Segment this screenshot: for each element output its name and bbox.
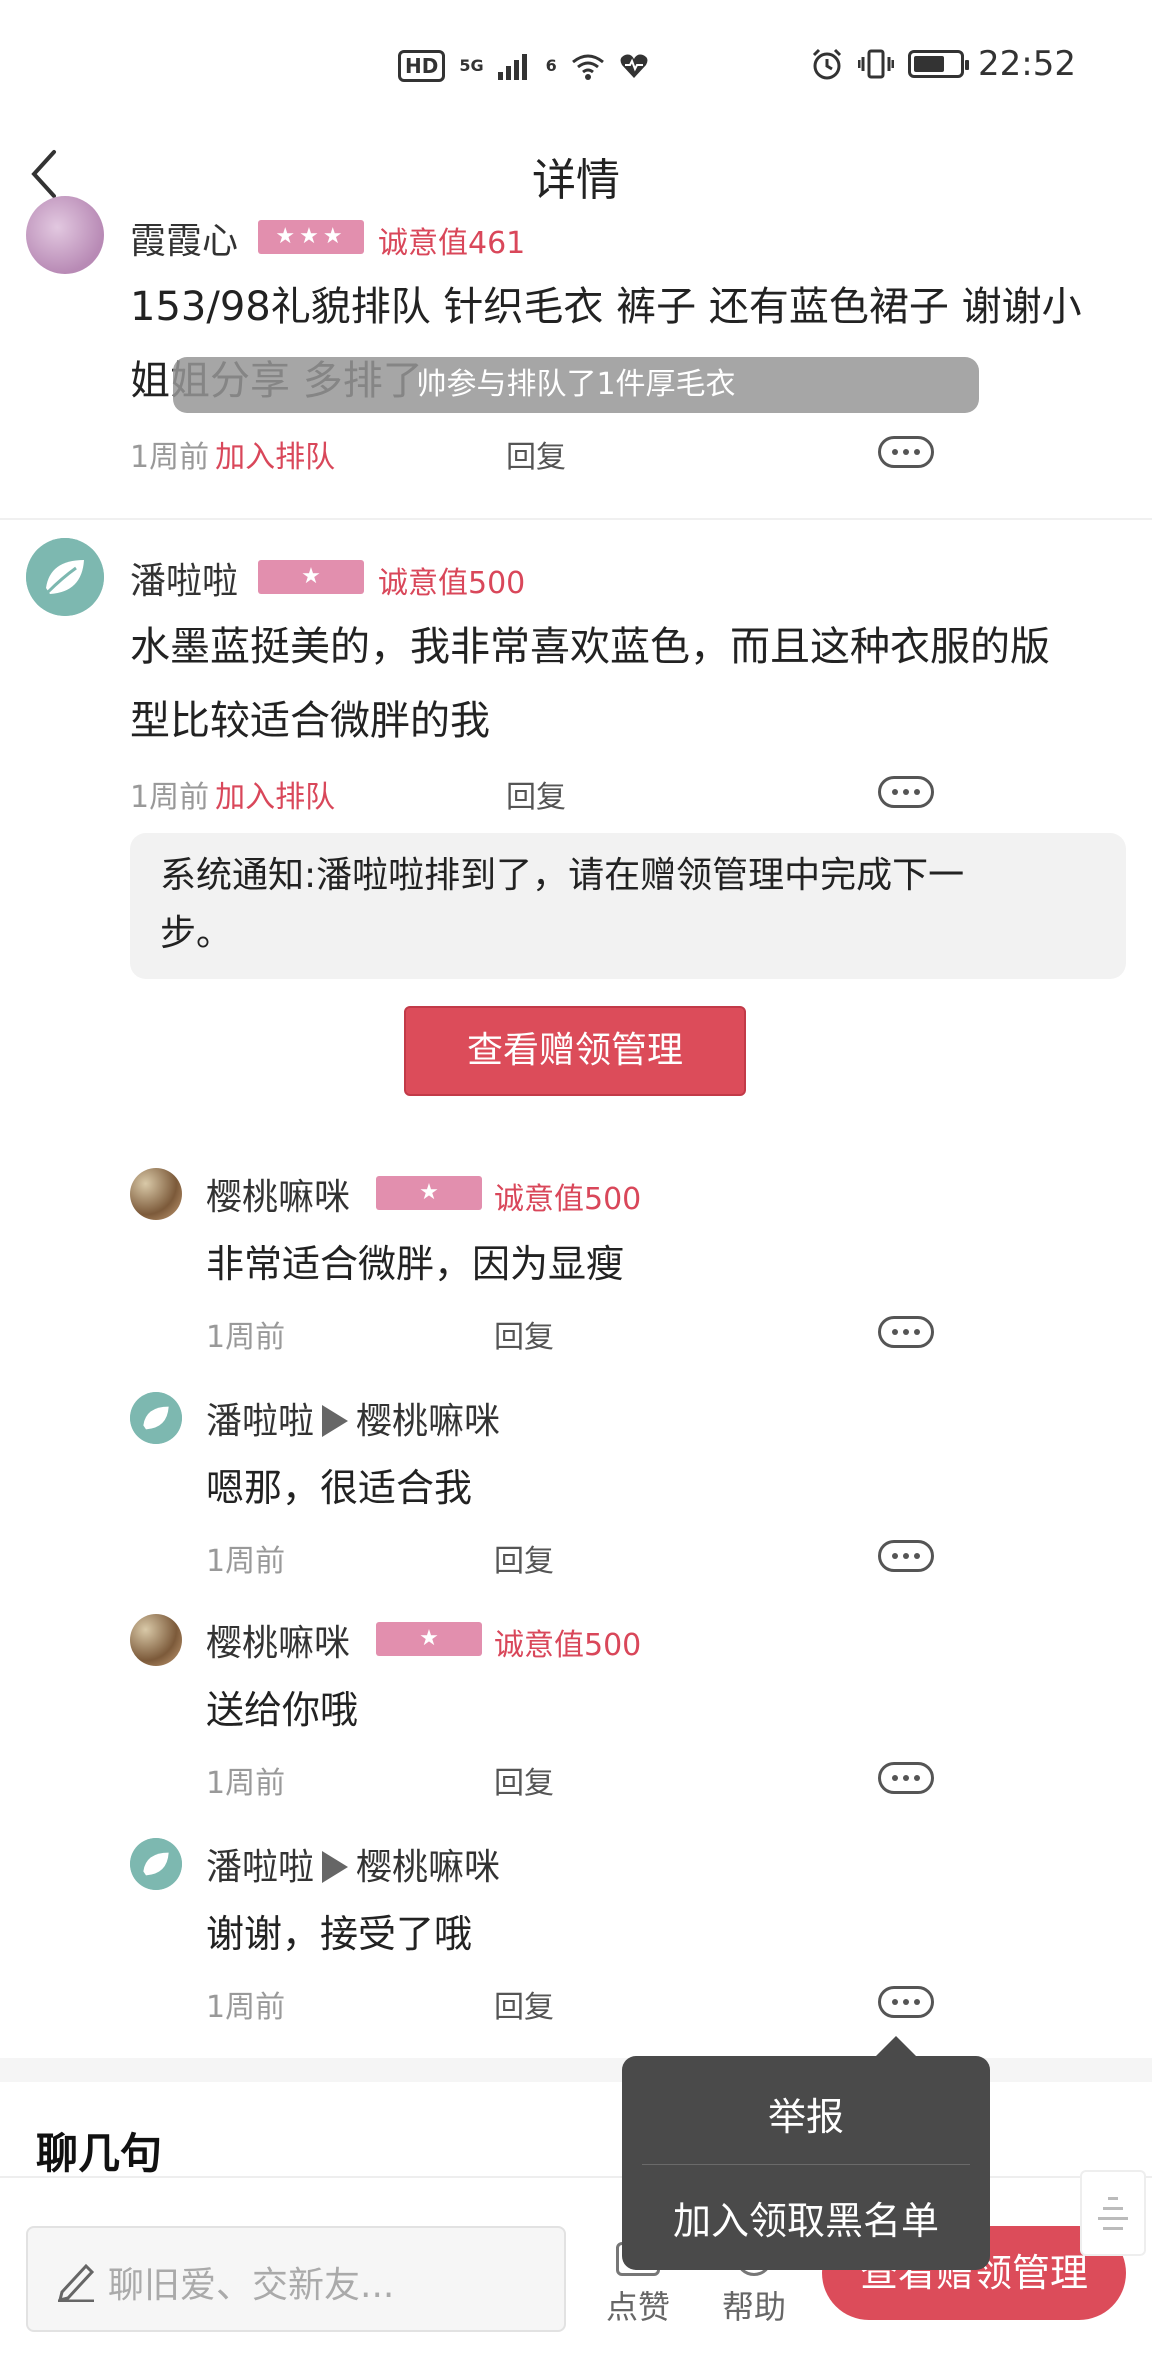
reply-text: 嗯那，很适合我 bbox=[206, 1466, 473, 1510]
reply-text: 谢谢，接受了哦 bbox=[206, 1912, 473, 1956]
reply-button[interactable]: 回复 bbox=[494, 1536, 554, 1580]
menu-divider bbox=[642, 2164, 970, 2165]
reply-button[interactable]: 回复 bbox=[506, 772, 566, 816]
system-indicators: 22:52 bbox=[810, 44, 1076, 84]
sincerity-value: 诚意值500 bbox=[494, 1628, 642, 1663]
hd-icon: HD bbox=[398, 50, 446, 82]
status-bar: HD 5G 6 22:52 bbox=[0, 0, 1152, 130]
reply-text: 非常适合微胖，因为显瘦 bbox=[206, 1242, 625, 1286]
chat-input[interactable]: 聊旧爱、交新友... bbox=[26, 2226, 566, 2332]
commenter-name[interactable]: 霞霞心 bbox=[130, 212, 238, 264]
reply-time: 1周前 bbox=[206, 1320, 286, 1355]
system-notice: 系统通知:潘啦啦排到了，请在赠领管理中完成下一 步。 bbox=[130, 833, 1126, 979]
reply-button[interactable]: 回复 bbox=[494, 1982, 554, 2026]
system-notice-line2: 步。 bbox=[160, 913, 233, 954]
join-queue-link[interactable]: 加入排队 bbox=[215, 780, 335, 815]
options-popup-menu: 举报 加入领取黑名单 bbox=[622, 2036, 990, 2270]
level-badge: ★ bbox=[376, 1176, 482, 1210]
join-queue-link[interactable]: 加入排队 bbox=[215, 440, 335, 475]
avatar[interactable] bbox=[26, 196, 104, 274]
chat-input-placeholder: 聊旧爱、交新友... bbox=[108, 2265, 395, 2306]
level-badge: ★★★ bbox=[258, 220, 364, 254]
help-label: 帮助 bbox=[721, 2288, 786, 2326]
replier-name[interactable]: 樱桃嘛咪 bbox=[206, 1168, 350, 1220]
reply-time: 1周前 bbox=[206, 1544, 286, 1579]
vibrate-icon bbox=[858, 49, 895, 79]
reply-to-name[interactable]: 樱桃嘛咪 bbox=[356, 1847, 500, 1888]
reply-button[interactable]: 回复 bbox=[494, 1312, 554, 1356]
signal-icon bbox=[497, 54, 527, 80]
replier-name[interactable]: 樱桃嘛咪 bbox=[206, 1614, 350, 1666]
replier-name[interactable]: 潘啦啦 bbox=[206, 1847, 314, 1888]
more-options-icon[interactable] bbox=[878, 1316, 934, 1348]
alarm-icon bbox=[812, 48, 842, 80]
scroll-top-icon[interactable] bbox=[1080, 2170, 1146, 2256]
level-badge: ★ bbox=[258, 560, 364, 594]
comment-time: 1周前 bbox=[130, 440, 210, 475]
sincerity-value: 诚意值500 bbox=[494, 1182, 642, 1217]
reply-time: 1周前 bbox=[206, 1766, 286, 1801]
avatar[interactable] bbox=[26, 538, 104, 616]
more-options-icon[interactable] bbox=[878, 436, 934, 468]
battery-icon bbox=[908, 50, 970, 78]
leaf-icon bbox=[130, 1392, 182, 1444]
more-options-icon[interactable] bbox=[878, 1540, 934, 1572]
view-gift-management-button[interactable]: 查看赠领管理 bbox=[404, 1006, 746, 1096]
sincerity-value: 诚意值500 bbox=[378, 566, 526, 601]
pencil-icon bbox=[57, 2263, 95, 2302]
reply-to-arrow-icon bbox=[322, 1405, 349, 1437]
more-options-icon[interactable] bbox=[878, 776, 934, 808]
level-badge: ★ bbox=[376, 1622, 482, 1656]
page-title: 详情 bbox=[532, 155, 620, 206]
replier-name[interactable]: 潘啦啦 bbox=[206, 1401, 314, 1442]
like-label: 点赞 bbox=[605, 2288, 670, 2326]
leaf-icon bbox=[26, 538, 104, 616]
blacklist-menu-item[interactable]: 加入领取黑名单 bbox=[622, 2190, 990, 2245]
health-heart-icon bbox=[620, 54, 648, 78]
chat-section-heading: 聊几句 bbox=[36, 2129, 163, 2178]
wifi-icon bbox=[571, 54, 604, 80]
more-options-icon[interactable] bbox=[878, 1986, 934, 2018]
reply-to-arrow-icon bbox=[322, 1851, 349, 1883]
divider bbox=[0, 518, 1152, 520]
navigation-bar: 详情 bbox=[0, 130, 1152, 220]
avatar[interactable] bbox=[130, 1614, 182, 1666]
reply-text: 送给你哦 bbox=[206, 1688, 359, 1732]
network-6-label: 6 bbox=[545, 56, 557, 75]
reply-button[interactable]: 回复 bbox=[506, 432, 566, 476]
comment-text-line2: 型比较适合微胖的我 bbox=[130, 698, 490, 744]
toast-notification: 帅参与排队了1件厚毛衣 bbox=[173, 357, 979, 413]
network-5g-label: 5G bbox=[459, 56, 484, 75]
more-options-icon[interactable] bbox=[878, 1762, 934, 1794]
reply-time: 1周前 bbox=[206, 1990, 286, 2025]
comment-text-line1: 153/98礼貌排队 针织毛衣 裤子 还有蓝色裙子 谢谢小 bbox=[130, 284, 1082, 330]
report-menu-item[interactable]: 举报 bbox=[622, 2086, 990, 2141]
clock-time: 22:52 bbox=[978, 44, 1076, 84]
commenter-name[interactable]: 潘啦啦 bbox=[130, 552, 238, 604]
system-notice-line1: 系统通知:潘啦啦排到了，请在赠领管理中完成下一 bbox=[160, 855, 965, 896]
comment-text-line1: 水墨蓝挺美的，我非常喜欢蓝色，而且这种衣服的版 bbox=[130, 624, 1050, 670]
avatar[interactable] bbox=[130, 1392, 182, 1444]
network-indicators: HD 5G 6 bbox=[398, 50, 649, 82]
comment-time: 1周前 bbox=[130, 780, 210, 815]
reply-to-name[interactable]: 樱桃嘛咪 bbox=[356, 1401, 500, 1442]
leaf-icon bbox=[130, 1838, 182, 1890]
sincerity-value: 诚意值461 bbox=[378, 226, 526, 261]
avatar[interactable] bbox=[130, 1838, 182, 1890]
avatar[interactable] bbox=[130, 1168, 182, 1220]
reply-button[interactable]: 回复 bbox=[494, 1758, 554, 1802]
